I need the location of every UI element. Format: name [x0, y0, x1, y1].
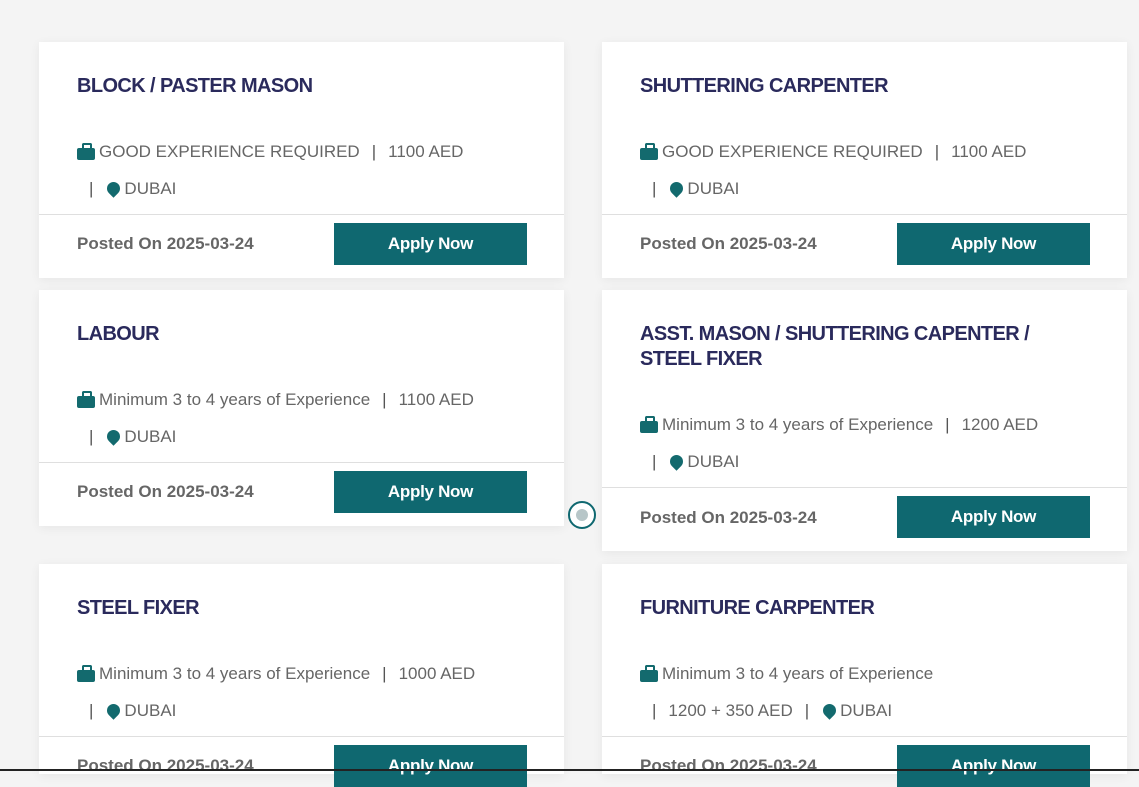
job-card: STEEL FIXER Minimum 3 to 4 years of Expe…: [39, 564, 564, 787]
job-title[interactable]: BLOCK / PASTER MASON: [77, 74, 497, 99]
job-meta: Minimum 3 to 4 years of Experience | 110…: [77, 390, 474, 410]
dot-icon: [576, 509, 588, 521]
salary-text: 1200 AED: [961, 415, 1039, 434]
job-title[interactable]: STEEL FIXER: [77, 596, 497, 621]
job-title[interactable]: FURNITURE CARPENTER: [640, 596, 1060, 621]
divider: [602, 736, 1127, 737]
separator: |: [934, 142, 940, 161]
divider: [39, 736, 564, 737]
apply-now-button[interactable]: Apply Now: [897, 496, 1090, 538]
job-title[interactable]: LABOUR: [77, 322, 497, 347]
job-title[interactable]: SHUTTERING CARPENTER: [640, 74, 1060, 99]
apply-now-button[interactable]: Apply Now: [334, 471, 527, 513]
location-pin-icon: [104, 178, 124, 198]
job-location-row: | DUBAI: [77, 426, 177, 447]
experience-text: GOOD EXPERIENCE REQUIRED: [662, 142, 923, 161]
separator: |: [371, 142, 377, 161]
separator: |: [945, 415, 950, 434]
separator: |: [382, 390, 387, 409]
experience-text: Minimum 3 to 4 years of Experience: [662, 415, 934, 434]
salary-text: 1100 AED: [388, 142, 464, 161]
briefcase-icon: [77, 142, 95, 160]
separator: |: [382, 664, 387, 683]
job-card: SHUTTERING CARPENTER GOOD EXPERIENCE REQ…: [602, 42, 1127, 278]
job-meta: Minimum 3 to 4 years of Experience: [640, 664, 933, 684]
separator: |: [89, 701, 94, 720]
separator: |: [89, 179, 94, 198]
separator: |: [652, 701, 657, 720]
location-pin-icon: [820, 700, 839, 720]
briefcase-icon: [77, 390, 95, 408]
location-pin-icon: [667, 451, 687, 471]
job-location-row: | DUBAI: [640, 178, 740, 199]
posted-date: Posted On 2025-03-24: [640, 234, 817, 253]
job-meta: GOOD EXPERIENCE REQUIRED | 1100 AED: [77, 142, 463, 162]
experience-text: GOOD EXPERIENCE REQUIRED: [99, 142, 360, 161]
job-card: BLOCK / PASTER MASON GOOD EXPERIENCE REQ…: [39, 42, 564, 278]
apply-now-button[interactable]: Apply Now: [897, 223, 1090, 265]
location-text: DUBAI: [687, 179, 740, 198]
briefcase-icon: [640, 664, 658, 682]
divider: [39, 462, 564, 463]
posted-date: Posted On 2025-03-24: [77, 756, 254, 775]
experience-text: Minimum 3 to 4 years of Experience: [99, 390, 371, 409]
apply-now-button[interactable]: Apply Now: [334, 745, 527, 787]
job-location-row: | DUBAI: [77, 178, 177, 199]
divider: [602, 487, 1127, 488]
separator: |: [89, 427, 94, 446]
briefcase-icon: [77, 664, 95, 682]
posted-date: Posted On 2025-03-24: [77, 482, 254, 501]
location-pin-icon: [104, 700, 124, 720]
briefcase-icon: [640, 142, 658, 160]
job-location-row: | 1200 + 350 AED | DUBAI: [640, 700, 893, 721]
salary-text: 1000 AED: [398, 664, 476, 683]
salary-text: 1100 AED: [951, 142, 1027, 161]
job-card: FURNITURE CARPENTER Minimum 3 to 4 years…: [602, 564, 1127, 787]
job-meta: GOOD EXPERIENCE REQUIRED | 1100 AED: [640, 142, 1026, 162]
separator: |: [652, 179, 657, 198]
job-location-row: | DUBAI: [640, 451, 740, 472]
location-text: DUBAI: [687, 452, 740, 471]
salary-text: 1100 AED: [398, 390, 474, 409]
experience-text: Minimum 3 to 4 years of Experience: [99, 664, 371, 683]
apply-now-button[interactable]: Apply Now: [334, 223, 527, 265]
posted-date: Posted On 2025-03-24: [640, 508, 817, 527]
apply-now-button[interactable]: Apply Now: [897, 745, 1090, 787]
scroll-indicator-button[interactable]: [568, 501, 596, 529]
job-location-row: | DUBAI: [77, 700, 177, 721]
posted-date: Posted On 2025-03-24: [77, 234, 254, 253]
briefcase-icon: [640, 415, 658, 433]
location-text: DUBAI: [124, 427, 177, 446]
job-card: ASST. MASON / SHUTTERING CAPENTER / STEE…: [602, 290, 1127, 551]
location-text: DUBAI: [124, 701, 177, 720]
location-pin-icon: [104, 426, 124, 446]
divider: [602, 214, 1127, 215]
location-text: DUBAI: [840, 701, 893, 720]
location-text: DUBAI: [124, 179, 177, 198]
separator: |: [652, 452, 657, 471]
posted-date: Posted On 2025-03-24: [640, 756, 817, 775]
separator: |: [804, 701, 810, 720]
job-card: LABOUR Minimum 3 to 4 years of Experienc…: [39, 290, 564, 526]
salary-text: 1200 + 350 AED: [668, 701, 793, 720]
job-title[interactable]: ASST. MASON / SHUTTERING CAPENTER / STEE…: [640, 322, 1060, 372]
location-pin-icon: [667, 178, 687, 198]
job-meta: Minimum 3 to 4 years of Experience | 100…: [77, 664, 475, 684]
experience-text: Minimum 3 to 4 years of Experience: [662, 664, 934, 683]
divider: [39, 214, 564, 215]
job-meta: Minimum 3 to 4 years of Experience | 120…: [640, 415, 1038, 435]
